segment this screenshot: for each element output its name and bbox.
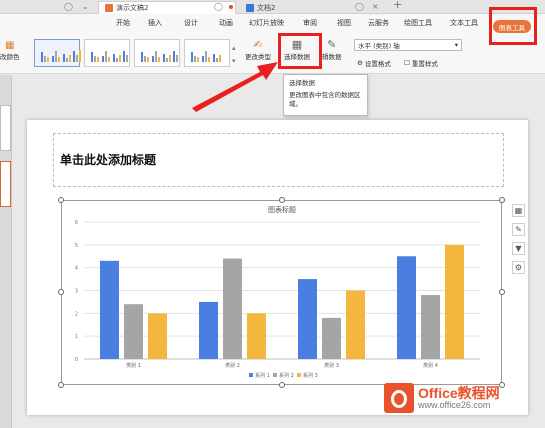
y-tick-label: 5 [75,243,78,249]
set-format-button[interactable]: ⚙ 设置格式 [357,58,391,68]
chart-tools-highlight-box [489,7,537,45]
bar[interactable] [223,258,242,359]
select-data-highlight-box [278,33,322,69]
edit-data-label: 辑数据 [322,53,342,61]
edit-data-icon: ✎ [327,38,337,51]
bar[interactable] [148,313,167,359]
chart-style-thumb[interactable] [134,39,180,67]
watermark-line1: Office教程网 [418,385,500,401]
set-format-label: 设置格式 [364,60,391,68]
watermark-logo: Office教程网 www.office26.com [384,383,500,413]
comment-icon[interactable]: ◯ [355,2,364,12]
tab-document-word[interactable]: 文档2 [240,1,390,14]
chart-type-icon: ✍ [253,38,263,51]
bar[interactable] [124,304,143,359]
tab-label-presentation: 演示文稿2 [116,4,149,12]
bar[interactable] [298,279,317,359]
chart-filter-icon[interactable]: ▼ [512,242,525,255]
menu-insert[interactable]: 插入 [148,18,162,28]
legend-label: 系列 1 [255,372,270,379]
menu-review[interactable]: 审阅 [303,18,317,28]
bar[interactable] [247,313,266,359]
legend-swatch [297,373,301,377]
y-tick-label: 6 [75,220,78,226]
bar[interactable] [397,256,416,359]
presentation-file-icon [105,4,113,12]
slide-thumbnail-pane [0,75,12,428]
menu-view[interactable]: 视图 [337,18,351,28]
x-tick-label: 类别 3 [324,362,339,369]
chevron-down-icon: ▾ [454,41,458,49]
chart-style-thumb[interactable] [34,39,81,67]
y-tick-label: 4 [75,266,78,272]
y-tick-label: 1 [75,334,78,340]
chart-settings-gear-icon[interactable]: ⚙ [512,261,525,274]
tooltip-title: 选择数据 [289,79,315,87]
menu-slideshow[interactable]: 幻灯片放映 [249,18,284,28]
unsaved-dot-icon [229,5,233,9]
comment-icon[interactable]: ◯ [214,2,223,12]
menu-design[interactable]: 设计 [184,18,198,28]
menu-home[interactable]: 开始 [116,18,130,28]
dropdown-icon[interactable]: ⌄ [82,2,89,12]
title-tab-bar: ◯ ⌄ 演示文稿2 ◯ 文档2 ◯ × + [0,0,545,14]
chart-side-toolbar: ▦ ✎ ▼ ⚙ [512,204,525,274]
chart-style-thumb[interactable] [84,39,130,67]
x-tick-label: 类别 4 [423,362,438,369]
palette-icon: ▦ [5,40,15,51]
select-data-tooltip: 选择数据 更改图表中包含的数据区域。 [283,74,368,116]
legend-swatch [273,373,277,377]
comment-icon[interactable]: ◯ [64,2,73,12]
chart-style-pen-icon[interactable]: ✎ [512,223,525,236]
format-icon: ⚙ [357,59,363,67]
edit-data-button[interactable]: ✎ 辑数据 [322,38,342,61]
legend-label: 系列 3 [303,372,318,379]
bar[interactable] [346,290,365,360]
reset-style-button[interactable]: ☐ 重置样式 [404,58,438,68]
y-tick-label: 3 [75,289,78,295]
new-tab-button[interactable]: + [393,0,402,10]
pointer-arrow [192,62,278,112]
change-color-button[interactable]: ▦ 改颜色 [0,40,20,61]
gallery-scroll-up-icon[interactable]: ▴ [232,44,236,52]
legend-swatch [249,373,253,377]
bar[interactable] [421,295,440,359]
x-tick-label: 类别 1 [126,362,141,369]
menu-text-tools[interactable]: 文本工具 [450,18,478,28]
office-logo-icon [384,383,414,413]
slide-thumbnail-selected[interactable] [0,161,11,207]
chart-element-dropdown[interactable]: 水平 (类别) 轴 ▾ [354,39,462,51]
chart-title[interactable]: 图表标题 [268,205,296,214]
close-tab-icon[interactable]: × [372,2,379,12]
slide-thumbnail[interactable] [0,105,11,151]
bar-chart: 图表标题 0 1 2 3 4 5 6 类别 1 类别 2 类别 3 类别 4 系列 1 系列 2 系列… [75,205,480,379]
y-tick-label: 0 [75,357,78,363]
reset-icon: ☐ [404,59,410,67]
bar[interactable] [100,260,119,359]
bar[interactable] [445,244,464,359]
bar[interactable] [322,317,341,359]
change-color-label: 改颜色 [0,53,20,61]
tooltip-description: 更改图表中包含的数据区域。 [289,91,361,108]
x-tick-label: 类别 2 [225,362,240,369]
chart-element-value: 水平 (类别) 轴 [358,42,400,50]
chart-elements-icon[interactable]: ▦ [512,204,525,217]
bar[interactable] [199,301,218,359]
menu-drawing-tools[interactable]: 绘图工具 [404,18,432,28]
legend-label: 系列 2 [279,372,294,379]
watermark-line2: www.office26.com [418,400,491,410]
y-tick-label: 2 [75,311,78,317]
word-file-icon [246,3,254,12]
title-placeholder-text[interactable]: 单击此处添加标题 [60,151,156,168]
tab-label-word: 文档2 [257,3,276,12]
menu-animation[interactable]: 动画 [219,18,233,28]
reset-style-label: 重置样式 [411,60,438,68]
menu-cloud[interactable]: 云服务 [368,18,389,28]
